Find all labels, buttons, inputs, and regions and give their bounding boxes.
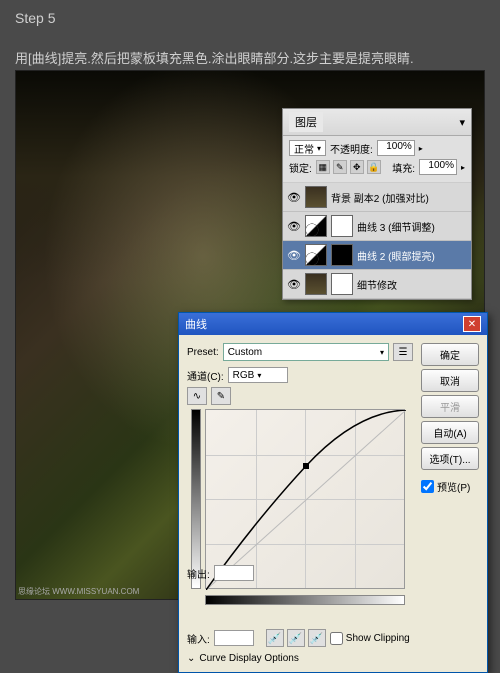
- preview-label: 预览(P): [437, 479, 470, 494]
- step-label: Step 5: [15, 10, 485, 26]
- input-label: 输入:: [187, 631, 210, 646]
- preview-checkbox[interactable]: 预览(P): [421, 479, 479, 494]
- preview-input[interactable]: [421, 480, 434, 493]
- layer-thumbnail[interactable]: [305, 215, 327, 237]
- show-clipping-label: Show Clipping: [346, 633, 410, 644]
- layer-thumbnail[interactable]: [305, 186, 327, 208]
- layer-row[interactable]: 👁 曲线 3 (细节调整): [283, 212, 471, 241]
- display-options-label: Curve Display Options: [199, 653, 298, 664]
- layer-row[interactable]: 👁 细节修改: [283, 270, 471, 299]
- preset-value: Custom: [228, 347, 262, 358]
- chevron-down-icon: ▾: [257, 371, 261, 380]
- baseline-line: [206, 410, 406, 590]
- layer-name: 细节修改: [357, 277, 467, 292]
- curve-point[interactable]: [303, 463, 309, 469]
- visibility-eye-icon[interactable]: 👁: [287, 248, 301, 262]
- curves-titlebar[interactable]: 曲线 ✕: [179, 313, 487, 335]
- options-button[interactable]: 选项(T)...: [421, 447, 479, 470]
- curves-title: 曲线: [185, 316, 207, 332]
- curve-point-tool-icon[interactable]: ∿: [187, 387, 207, 405]
- layers-tab[interactable]: 图层: [289, 112, 323, 132]
- opacity-label: 不透明度:: [330, 141, 373, 156]
- blend-mode-dropdown[interactable]: 正常▾: [289, 140, 326, 156]
- channel-label: 通道(C):: [187, 368, 224, 383]
- cancel-button[interactable]: 取消: [421, 369, 479, 392]
- curve-graph[interactable]: [205, 409, 405, 589]
- layer-row[interactable]: 👁 背景 副本2 (加强对比): [283, 183, 471, 212]
- close-icon[interactable]: ✕: [463, 316, 481, 332]
- input-gradient: [205, 595, 405, 605]
- output-gradient: [191, 409, 201, 589]
- curve-pencil-tool-icon[interactable]: ✎: [211, 387, 231, 405]
- lock-label: 锁定:: [289, 160, 312, 175]
- show-clipping-input[interactable]: [330, 632, 343, 645]
- panel-header: 图层 ▾: [283, 109, 471, 136]
- layer-name: 曲线 3 (细节调整): [357, 219, 467, 234]
- fill-label: 填充:: [392, 160, 415, 175]
- curve-display-options-toggle[interactable]: ⌄ Curve Display Options: [187, 653, 413, 664]
- expand-icon: ⌄: [187, 653, 195, 664]
- layer-mask-thumbnail[interactable]: [331, 273, 353, 295]
- input-field[interactable]: [214, 630, 254, 646]
- lock-icons-group: ▦ ✎ ✥ 🔒: [316, 160, 381, 174]
- show-clipping-checkbox[interactable]: Show Clipping: [330, 632, 410, 645]
- auto-button[interactable]: 自动(A): [421, 421, 479, 444]
- visibility-eye-icon[interactable]: 👁: [287, 219, 301, 233]
- ok-button[interactable]: 确定: [421, 343, 479, 366]
- smooth-button[interactable]: 平滑: [421, 395, 479, 418]
- lock-all-icon[interactable]: 🔒: [367, 160, 381, 174]
- layer-row[interactable]: 👁 曲线 2 (眼部提亮): [283, 241, 471, 270]
- channel-dropdown[interactable]: RGB▾: [228, 367, 288, 383]
- fill-input[interactable]: 100%: [419, 159, 457, 175]
- lock-transparency-icon[interactable]: ▦: [316, 160, 330, 174]
- layer-thumbnail[interactable]: [305, 273, 327, 295]
- output-label: 输出:: [187, 566, 210, 581]
- instruction-text: 用[曲线]提亮.然后把蒙板填充黑色.涂出眼睛部分.这步主要是提亮眼睛.: [15, 48, 500, 67]
- panel-menu-icon[interactable]: ▾: [459, 116, 465, 129]
- opacity-input[interactable]: 100%: [377, 140, 415, 156]
- layer-mask-thumbnail[interactable]: [331, 215, 353, 237]
- preset-menu-icon[interactable]: ☰: [393, 343, 413, 361]
- opacity-arrow-icon[interactable]: ▸: [419, 144, 423, 153]
- visibility-eye-icon[interactable]: 👁: [287, 190, 301, 204]
- white-point-eyedropper-icon[interactable]: 💉: [308, 629, 326, 647]
- preset-label: Preset:: [187, 347, 219, 358]
- black-point-eyedropper-icon[interactable]: 💉: [266, 629, 284, 647]
- visibility-eye-icon[interactable]: 👁: [287, 277, 301, 291]
- lock-position-icon[interactable]: ✥: [350, 160, 364, 174]
- layers-panel: 图层 ▾ 正常▾ 不透明度: 100% ▸ 锁定: ▦ ✎ ✥ 🔒 填充: 10…: [282, 108, 472, 300]
- layer-name: 曲线 2 (眼部提亮): [357, 248, 467, 263]
- watermark-bottom-left: 思缘论坛 WWW.MISSYUAN.COM: [18, 586, 139, 597]
- chevron-down-icon: ▾: [317, 144, 321, 153]
- gray-point-eyedropper-icon[interactable]: 💉: [287, 629, 305, 647]
- output-field[interactable]: [214, 565, 254, 581]
- preset-dropdown[interactable]: Custom ▾: [223, 343, 389, 361]
- lock-paint-icon[interactable]: ✎: [333, 160, 347, 174]
- curves-dialog: 曲线 ✕ Preset: Custom▾ ☰ 通道(C): RGB▾ ∿ ✎: [178, 312, 488, 673]
- channel-value: RGB: [233, 370, 255, 381]
- layer-name: 背景 副本2 (加强对比): [331, 190, 467, 205]
- layer-mask-thumbnail[interactable]: [331, 244, 353, 266]
- chevron-down-icon: ▾: [380, 348, 384, 357]
- layer-list: 👁 背景 副本2 (加强对比) 👁 曲线 3 (细节调整) 👁 曲线 2 (眼部提亮) 👁 细…: [283, 183, 471, 299]
- layers-controls: 正常▾ 不透明度: 100% ▸ 锁定: ▦ ✎ ✥ 🔒 填充: 100% ▸: [283, 136, 471, 183]
- fill-arrow-icon[interactable]: ▸: [461, 163, 465, 172]
- layer-thumbnail[interactable]: [305, 244, 327, 266]
- curve-svg: [206, 410, 406, 590]
- blend-mode-value: 正常: [294, 141, 314, 156]
